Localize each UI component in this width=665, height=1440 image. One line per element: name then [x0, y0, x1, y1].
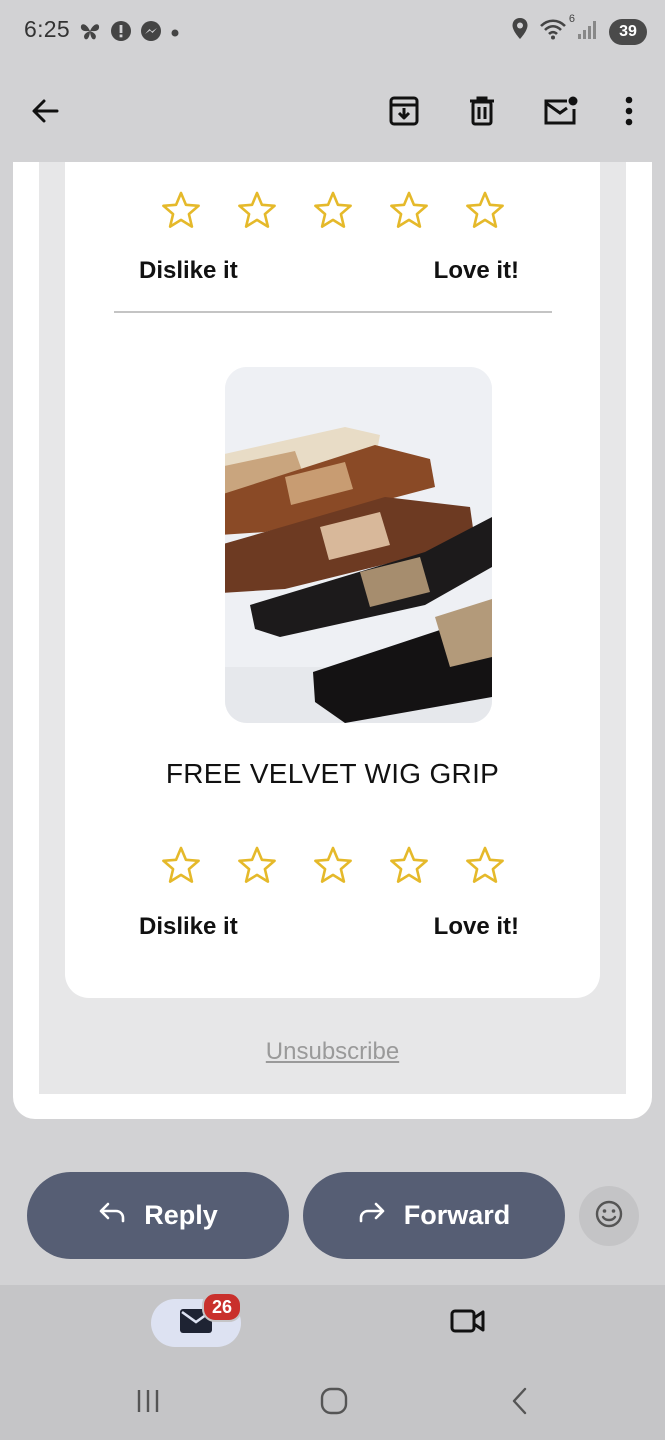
unread-count-badge: 26	[202, 1292, 242, 1322]
product-image[interactable]	[225, 367, 492, 723]
more-options-button[interactable]	[612, 90, 646, 136]
divider	[114, 311, 552, 313]
reply-label: Reply	[144, 1200, 218, 1230]
bottom-navigation: 26	[0, 1285, 665, 1440]
star-icon[interactable]	[161, 190, 201, 230]
emoji-reaction-button[interactable]	[579, 1186, 639, 1246]
delete-icon	[467, 95, 497, 132]
love-label: Love it!	[433, 913, 519, 940]
star-icon[interactable]	[313, 190, 353, 230]
wifi-icon: 6	[539, 13, 575, 46]
delete-button[interactable]	[459, 90, 505, 136]
star-icon[interactable]	[465, 190, 505, 230]
star-icon[interactable]	[389, 190, 429, 230]
system-back-icon	[509, 1386, 531, 1421]
mark-unread-button[interactable]	[537, 90, 585, 136]
alert-icon	[110, 20, 132, 47]
dot-icon	[170, 25, 180, 43]
email-content: Dislike it Love it! FREE VELVET WIG GRIP…	[13, 162, 652, 1119]
star-icon[interactable]	[237, 845, 277, 885]
emoji-icon	[594, 1199, 624, 1234]
location-icon	[511, 17, 529, 46]
more-options-icon	[625, 96, 633, 131]
archive-button[interactable]	[381, 90, 427, 136]
signal-icon	[577, 18, 599, 45]
dislike-label: Dislike it	[139, 257, 238, 284]
star-icon[interactable]	[237, 190, 277, 230]
messenger-icon	[140, 20, 162, 47]
rating-card: Dislike it Love it! FREE VELVET WIG GRIP…	[65, 162, 600, 998]
reply-button[interactable]: Reply	[27, 1172, 289, 1259]
star-icon[interactable]	[389, 845, 429, 885]
email-background: Dislike it Love it! FREE VELVET WIG GRIP…	[39, 162, 626, 1094]
dislike-label: Dislike it	[139, 913, 238, 940]
forward-icon	[358, 1200, 386, 1231]
star-icon[interactable]	[465, 845, 505, 885]
forward-label: Forward	[403, 1200, 511, 1230]
archive-icon	[388, 95, 420, 132]
status-time: 6:25	[24, 16, 70, 42]
butterfly-icon	[78, 19, 102, 48]
forward-button[interactable]: Forward	[303, 1172, 565, 1259]
wifi-label: 6	[568, 13, 575, 25]
app-bar	[0, 64, 665, 162]
rating-stars-top	[65, 190, 600, 230]
home-icon	[319, 1386, 349, 1421]
reply-icon	[98, 1200, 126, 1231]
back-button[interactable]	[22, 90, 68, 136]
video-icon	[450, 1308, 486, 1339]
star-icon[interactable]	[313, 845, 353, 885]
unsubscribe-link[interactable]: Unsubscribe	[13, 1038, 652, 1066]
star-icon[interactable]	[161, 845, 201, 885]
status-bar: 6:25 6 39	[0, 0, 665, 64]
system-back-button[interactable]	[500, 1385, 540, 1421]
home-button[interactable]	[312, 1385, 356, 1421]
product-title: FREE VELVET WIG GRIP	[165, 758, 500, 789]
video-tab[interactable]	[446, 1303, 490, 1343]
mark-unread-icon	[543, 95, 579, 132]
back-arrow-icon	[30, 96, 60, 131]
recent-apps-button[interactable]	[128, 1385, 168, 1421]
love-label: Love it!	[433, 257, 519, 284]
rating-stars-bottom	[65, 845, 600, 885]
battery-indicator: 39	[609, 18, 647, 45]
recent-apps-icon	[134, 1388, 162, 1419]
